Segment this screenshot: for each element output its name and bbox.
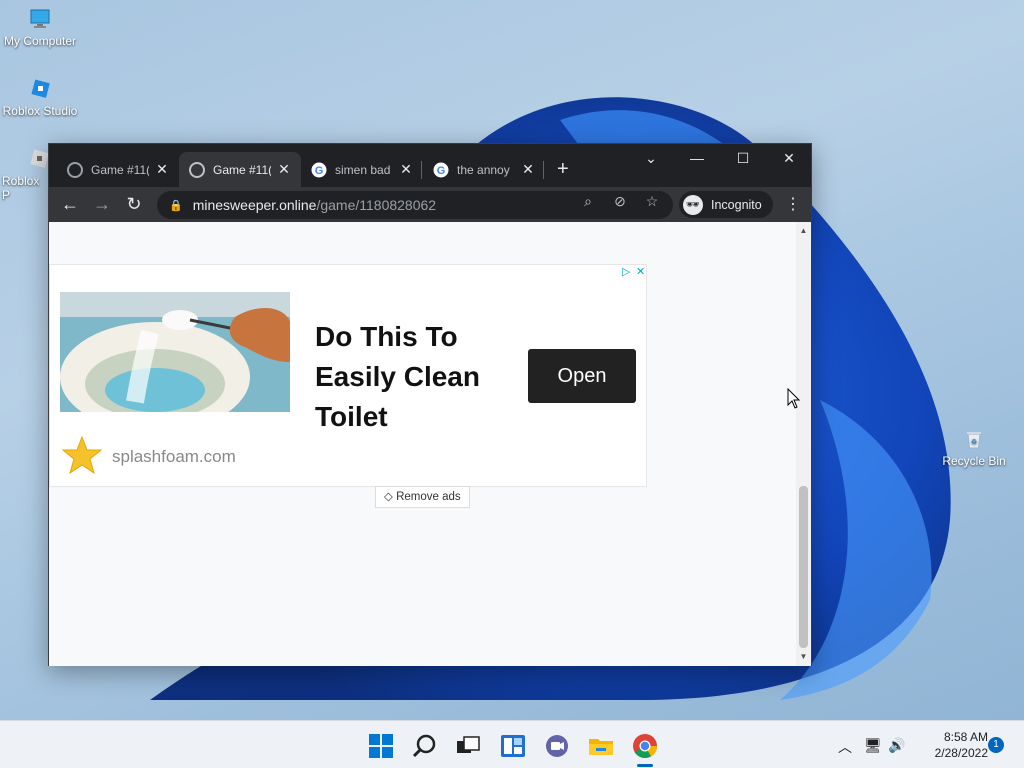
mine-icon — [189, 161, 205, 178]
tab-game-2[interactable]: Game #11( ✕ — [179, 152, 301, 187]
task-view-icon[interactable] — [455, 733, 481, 759]
file-explorer-icon[interactable] — [588, 733, 614, 759]
search-icon[interactable] — [412, 733, 438, 759]
incognito-label: Incognito — [711, 197, 762, 212]
incognito-indicator[interactable]: 🕶 Incognito — [679, 191, 773, 218]
desktop-icon-recycle-bin[interactable]: ♻ Recycle Bin — [934, 428, 1014, 468]
svg-text:G: G — [437, 165, 446, 177]
tab-the-annoy[interactable]: G the annoy ✕ — [423, 152, 545, 187]
scroll-up-arrow-icon[interactable]: ▲ — [799, 226, 808, 235]
adchoices-icon[interactable]: ▷ — [622, 265, 630, 278]
star-icon — [61, 435, 103, 475]
tab-separator — [421, 161, 422, 179]
zoom-icon[interactable]: ⌕ — [579, 193, 597, 210]
scroll-thumb[interactable] — [799, 486, 808, 648]
show-hidden-icons-chevron-icon[interactable]: ︿ — [838, 737, 852, 757]
widgets-icon[interactable] — [500, 733, 526, 759]
scroll-down-arrow-icon[interactable]: ▼ — [799, 652, 808, 661]
tab-game-1[interactable]: Game #11( ✕ — [57, 152, 179, 187]
ad-open-button[interactable]: Open — [528, 349, 636, 403]
ad-image[interactable] — [60, 292, 290, 412]
mine-icon — [67, 161, 83, 178]
svg-text:♻: ♻ — [971, 439, 977, 446]
close-icon[interactable]: ✕ — [399, 161, 413, 178]
forward-button[interactable]: → — [91, 193, 113, 215]
ad-close-icon[interactable]: ✕ — [636, 265, 645, 278]
back-button[interactable]: ← — [59, 193, 81, 215]
ad-domain[interactable]: splashfoam.com — [112, 447, 236, 467]
network-icon[interactable]: 🖥 — [864, 737, 882, 754]
tab-separator — [543, 161, 544, 179]
roblox-studio-icon — [29, 78, 51, 100]
lock-icon: 🔒 — [169, 199, 183, 212]
clock-date: 2/28/2022 — [934, 746, 988, 760]
monitor-icon — [29, 8, 51, 30]
mouse-cursor-icon — [787, 387, 801, 415]
page-content: ▷ ✕ Do This To Easily Clean Toilet Open — [49, 222, 797, 666]
roblox-player-icon — [28, 148, 48, 170]
ad-headline[interactable]: Do This To Easily Clean Toilet — [315, 317, 515, 437]
minimize-button[interactable]: — — [685, 150, 709, 166]
desktop-icon-label: Roblox Studio — [2, 104, 78, 118]
taskbar: ︿ 🖥 🔊 8:58 AM 2/28/2022 1 — [0, 720, 1024, 768]
diamond-icon: ◇ — [384, 491, 393, 503]
svg-text:G: G — [315, 165, 324, 177]
remove-ads-button[interactable]: ◇ Remove ads — [375, 486, 470, 508]
tab-simen[interactable]: G simen bad ✕ — [301, 152, 423, 187]
active-app-indicator — [637, 764, 653, 767]
desktop-icon-label: Roblox P — [2, 174, 40, 202]
teams-chat-icon[interactable] — [544, 733, 570, 759]
eye-slash-icon[interactable]: ⊘ — [611, 193, 629, 210]
desktop-icon-roblox-player[interactable]: Roblox P — [0, 148, 48, 202]
close-icon[interactable]: ✕ — [155, 161, 169, 178]
reload-button[interactable]: ↻ — [123, 193, 145, 215]
new-tab-button[interactable]: + — [557, 158, 569, 181]
notification-badge[interactable]: 1 — [988, 737, 1004, 753]
desktop-icon-label: Recycle Bin — [942, 454, 1006, 468]
bookmark-star-icon[interactable]: ☆ — [643, 193, 661, 210]
tab-search-chevron-icon[interactable]: ⌄ — [639, 150, 663, 167]
close-window-button[interactable]: ✕ — [777, 150, 801, 167]
menu-icon[interactable]: ⋮ — [785, 194, 801, 214]
google-icon: G — [311, 162, 327, 178]
recycle-bin-icon: ♻ — [963, 428, 985, 450]
advertisement[interactable]: ▷ ✕ Do This To Easily Clean Toilet Open — [49, 264, 647, 487]
browser-window: Game #11( ✕ Game #11( ✕ G simen bad ✕ G … — [48, 143, 812, 666]
close-icon[interactable]: ✕ — [521, 161, 535, 178]
incognito-icon: 🕶 — [683, 194, 703, 215]
start-button[interactable] — [368, 733, 394, 759]
maximize-button[interactable]: ☐ — [731, 150, 755, 167]
google-icon: G — [433, 162, 449, 178]
close-icon[interactable]: ✕ — [277, 161, 291, 178]
clock-time: 8:58 AM — [943, 730, 988, 744]
clock[interactable]: 8:58 AM 2/28/2022 — [912, 729, 988, 761]
toolbar: ← → ↻ 🔒 minesweeper.online/game/11808280… — [49, 187, 811, 222]
volume-icon[interactable]: 🔊 — [888, 737, 905, 754]
chrome-icon[interactable] — [632, 733, 658, 759]
tab-strip: Game #11( ✕ Game #11( ✕ G simen bad ✕ G … — [49, 144, 811, 187]
vertical-scrollbar[interactable]: ▲ ▼ — [796, 222, 811, 666]
desktop-icon-my-computer[interactable]: My Computer — [0, 8, 80, 48]
url-host: minesweeper.online — [192, 197, 317, 213]
url-path: /game/1180828062 — [316, 197, 437, 213]
desktop-icon-roblox-studio[interactable]: Roblox Studio — [0, 78, 80, 118]
remove-ads-label: Remove ads — [396, 491, 461, 503]
desktop-icon-label: My Computer — [3, 34, 77, 48]
